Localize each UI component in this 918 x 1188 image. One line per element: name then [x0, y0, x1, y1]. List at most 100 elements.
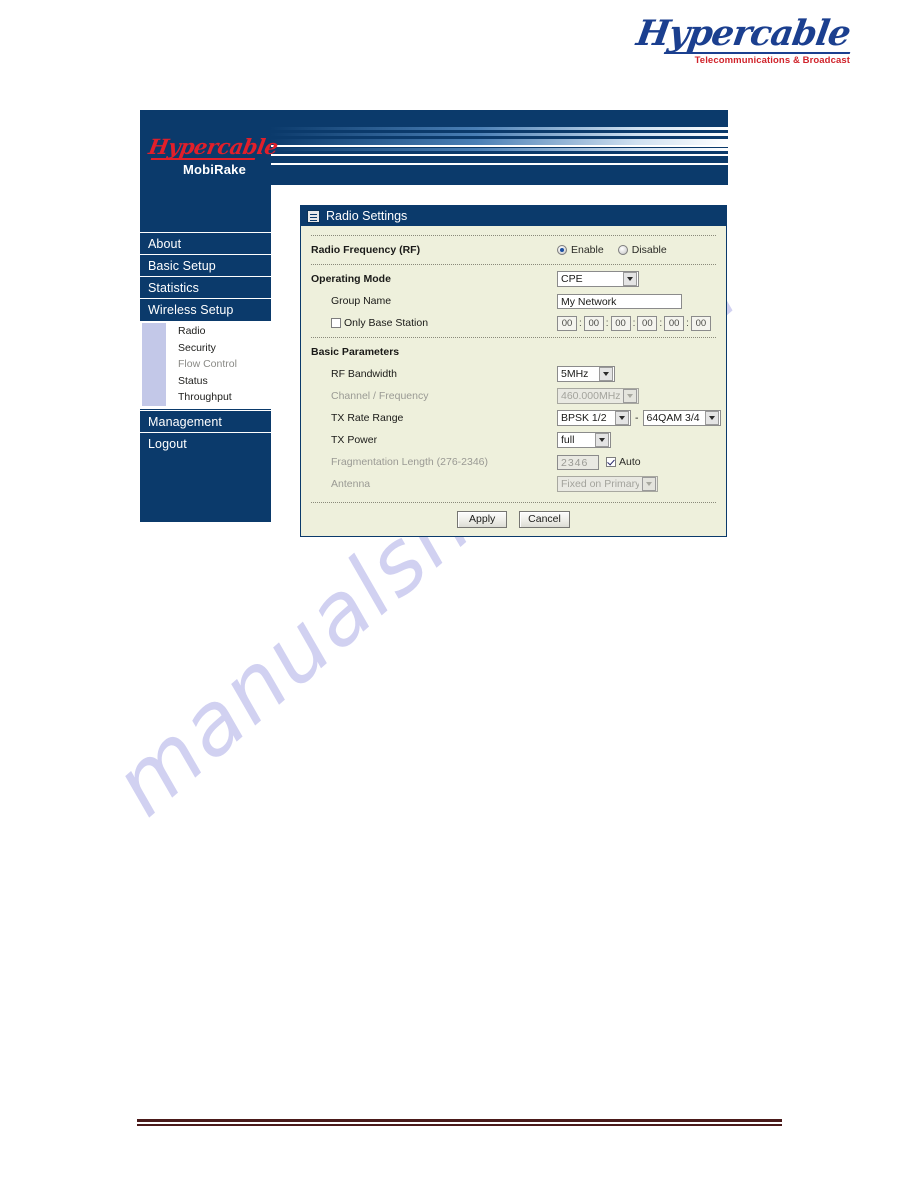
banner-stripes [270, 110, 728, 185]
row-channel-frequency: Channel / Frequency 460.000MHz [311, 386, 716, 406]
operating-mode-value: CPE [561, 273, 583, 285]
rf-disable-option[interactable]: Disable [617, 244, 667, 256]
only-base-station-field[interactable]: Only Base Station [311, 317, 428, 329]
antenna-label: Antenna [331, 478, 371, 490]
group-name-control: My Network [557, 293, 682, 309]
row-tx-power: TX Power full [311, 430, 716, 450]
banner-divider [270, 145, 728, 147]
submenu-bullet-icon [142, 372, 166, 389]
group-name-input[interactable]: My Network [557, 293, 682, 309]
rf-bandwidth-select[interactable]: 5MHz [557, 366, 615, 382]
sidebar-subitem-label: Security [178, 341, 216, 354]
banner-stripe [270, 133, 728, 136]
sidebar-subitem-label: Radio [178, 325, 206, 337]
sidebar-item-management[interactable]: Management [140, 409, 271, 432]
fragmentation-length-input: 2346 [557, 454, 599, 470]
mac-octet[interactable]: 00 [557, 315, 577, 331]
page-title: Radio Settings [326, 209, 408, 223]
sidebar-item-wireless-setup[interactable]: Wireless Setup [140, 298, 271, 320]
sidebar-item-basic-setup[interactable]: Basic Setup [140, 254, 271, 276]
operating-mode-select[interactable]: CPE [557, 271, 639, 287]
banner-divider [270, 163, 728, 165]
channel-frequency-label: Channel / Frequency [331, 390, 429, 402]
panel-body: Radio Frequency (RF) Enable Disable Oper… [301, 226, 726, 536]
cancel-button[interactable]: Cancel [519, 511, 570, 528]
mac-separator: : [686, 317, 689, 329]
mac-separator: : [605, 317, 609, 329]
radio-selected-icon[interactable] [557, 245, 567, 255]
fragmentation-auto-field[interactable]: Auto [606, 456, 641, 468]
banner-stripe [270, 127, 728, 130]
radio-unselected-icon[interactable] [617, 245, 628, 255]
chevron-down-icon [642, 477, 656, 491]
row-operating-mode: Operating Mode CPE [311, 269, 716, 289]
sidebar-submenu-wireless: Radio Security Flow Control Status Throu… [140, 320, 271, 410]
tx-rate-range-label: TX Rate Range [331, 412, 404, 424]
row-basic-parameters-heading: Basic Parameters [311, 342, 716, 362]
mac-address-field[interactable]: 00 : 00 : 00 : 00 : 00 : 00 [557, 315, 711, 331]
sidebar-item-statistics[interactable]: Statistics [140, 276, 271, 298]
rf-bandwidth-control: 5MHz [557, 366, 615, 382]
sidebar-item-logout[interactable]: Logout [140, 431, 271, 454]
divider [311, 235, 716, 236]
mac-octet[interactable]: 00 [610, 315, 631, 331]
fragmentation-auto-checkbox[interactable] [606, 457, 616, 467]
row-rf-bandwidth: RF Bandwidth 5MHz [311, 364, 716, 384]
rf-enable-option[interactable]: Enable [557, 244, 604, 256]
tx-rate-from-select[interactable]: BPSK 1/2 [557, 410, 631, 426]
only-base-station-checkbox[interactable] [331, 318, 341, 329]
sidebar-subitem-status[interactable]: Status [140, 372, 271, 389]
submenu-bullet-icon [142, 389, 166, 406]
chevron-down-icon [623, 389, 637, 403]
chevron-down-icon[interactable] [599, 367, 613, 381]
tx-power-value: full [561, 434, 575, 446]
mac-octet[interactable]: 00 [637, 315, 658, 331]
tx-power-label: TX Power [331, 434, 378, 446]
sidebar-subitem-security[interactable]: Security [140, 339, 271, 356]
footer-rule-thin [137, 1124, 782, 1126]
tx-rate-to-select[interactable]: 64QAM 3/4 [642, 410, 721, 426]
radio-frequency-label: Radio Frequency (RF) [311, 244, 421, 256]
radio-frequency-controls: Enable Disable [557, 244, 681, 256]
rf-disable-label: Disable [631, 244, 667, 256]
chevron-down-icon[interactable] [623, 272, 637, 286]
antenna-control: Fixed on Primary [557, 476, 658, 492]
chevron-down-icon[interactable] [704, 411, 719, 425]
sidebar-subitem-throughput[interactable]: Throughput [140, 389, 271, 406]
divider [311, 337, 716, 338]
radio-settings-panel: Radio Settings Radio Frequency (RF) Enab… [300, 205, 727, 537]
submenu-bullet-icon [142, 323, 166, 340]
sidebar-product-name: MobiRake [183, 161, 247, 177]
tx-power-control: full [557, 432, 611, 448]
group-name-label: Group Name [331, 295, 392, 307]
row-radio-frequency: Radio Frequency (RF) Enable Disable [311, 240, 716, 260]
fragmentation-control: 2346 Auto [557, 454, 641, 470]
apply-button[interactable]: Apply [457, 511, 508, 528]
mac-octet[interactable]: 00 [664, 315, 685, 331]
sidebar-item-about[interactable]: About [140, 232, 271, 254]
operating-mode-label: Operating Mode [311, 273, 391, 285]
row-tx-rate-range: TX Rate Range BPSK 1/2 - 64QAM 3/4 [311, 408, 721, 428]
mac-octet[interactable]: 00 [583, 315, 604, 331]
rf-enable-label: Enable [571, 244, 604, 256]
antenna-value: Fixed on Primary [561, 478, 639, 490]
mac-separator: : [579, 317, 582, 329]
base-station-mac-control: 00 : 00 : 00 : 00 : 00 : 00 [557, 315, 711, 331]
sidebar-subitem-flow-control[interactable]: Flow Control [140, 356, 271, 373]
tx-rate-range-dash: - [635, 412, 639, 424]
rf-bandwidth-value: 5MHz [561, 368, 589, 380]
chevron-down-icon[interactable] [615, 411, 629, 425]
fragmentation-length-label: Fragmentation Length (276-2346) [331, 456, 489, 468]
sidebar-brand-wordmark: Hypercable [146, 134, 280, 159]
rf-bandwidth-label: RF Bandwidth [331, 368, 397, 380]
sidebar-subitem-radio[interactable]: Radio [140, 323, 271, 340]
banner-stripe [270, 148, 728, 151]
tx-power-select[interactable]: full [557, 432, 611, 448]
mac-octet[interactable]: 00 [690, 315, 711, 331]
panel-title-bar: Radio Settings [301, 206, 726, 226]
mac-separator: : [632, 317, 636, 329]
device-web-ui: Hypercable MobiRake About Basic Setup St… [140, 110, 728, 537]
mac-separator: : [659, 317, 663, 329]
logo-underline [663, 52, 851, 54]
chevron-down-icon[interactable] [595, 433, 609, 447]
